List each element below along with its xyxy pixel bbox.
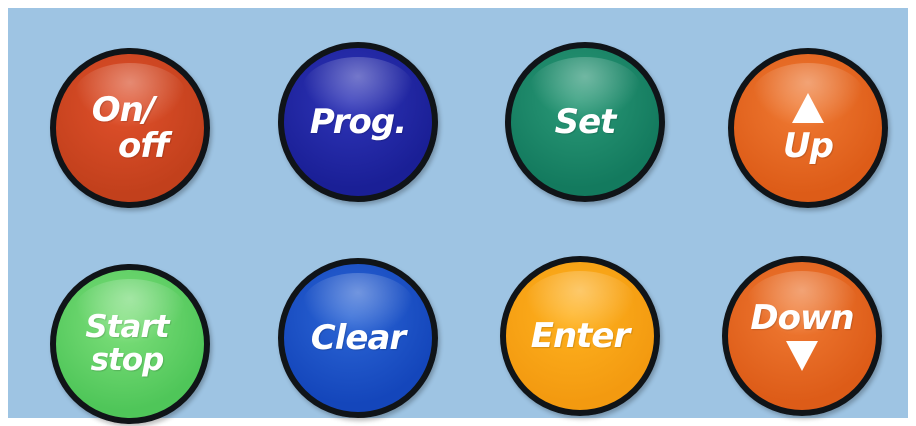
start-stop-label-line1: Start bbox=[85, 309, 169, 345]
down-label: Down bbox=[750, 298, 854, 338]
on-off-label: On/ off bbox=[91, 90, 169, 166]
clear-button[interactable]: Clear bbox=[278, 258, 438, 418]
keypad-panel: On/ off Prog. Set Up Start stop Clear En… bbox=[8, 8, 908, 424]
on-off-label-line1: On/ bbox=[91, 90, 156, 130]
triangle-down-icon bbox=[786, 341, 818, 371]
clear-label: Clear bbox=[310, 318, 406, 358]
set-button[interactable]: Set bbox=[505, 42, 665, 202]
up-button[interactable]: Up bbox=[728, 48, 888, 208]
start-stop-label-line2: stop bbox=[90, 342, 165, 378]
prog-label: Prog. bbox=[309, 102, 407, 142]
enter-button[interactable]: Enter bbox=[500, 256, 660, 416]
on-off-label-line2: off bbox=[118, 126, 169, 166]
start-stop-label: Start stop bbox=[85, 312, 169, 378]
up-label: Up bbox=[783, 126, 834, 166]
set-label: Set bbox=[554, 102, 617, 142]
prog-button[interactable]: Prog. bbox=[278, 42, 438, 202]
on-off-button[interactable]: On/ off bbox=[50, 48, 210, 208]
triangle-up-icon bbox=[792, 93, 824, 123]
down-button[interactable]: Down bbox=[722, 256, 882, 416]
enter-label: Enter bbox=[530, 316, 631, 356]
start-stop-button[interactable]: Start stop bbox=[50, 264, 210, 424]
